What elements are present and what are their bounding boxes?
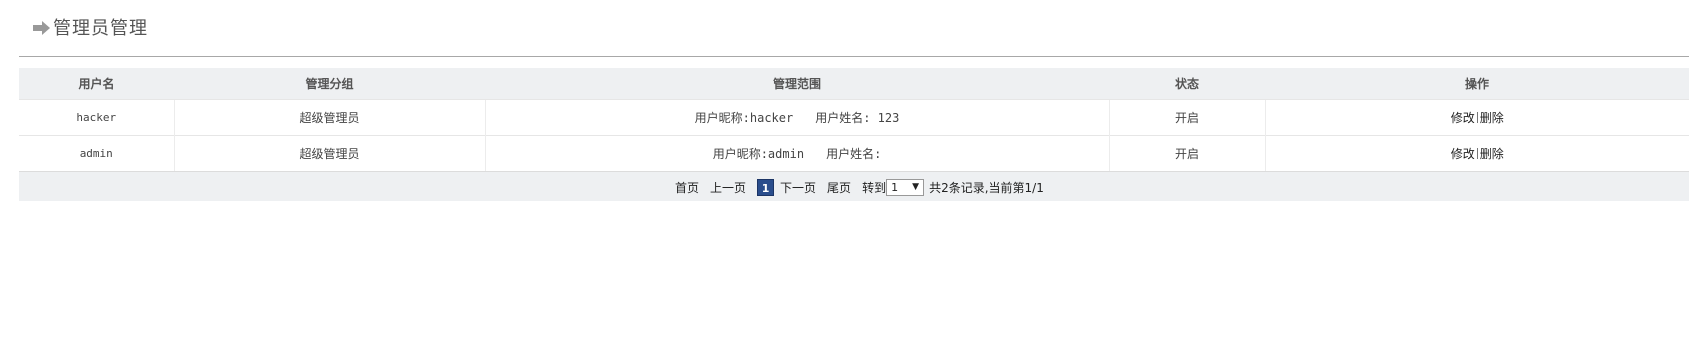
scope-realname: 用户姓名: xyxy=(826,147,882,161)
edit-link[interactable]: 修改 xyxy=(1451,111,1475,125)
goto-page-select[interactable]: 1 ▼ xyxy=(886,178,925,196)
action-separator xyxy=(1476,112,1478,123)
column-header-group: 管理分组 xyxy=(174,68,485,100)
page-header: 管理员管理 xyxy=(33,14,148,40)
column-header-status: 状态 xyxy=(1109,68,1265,100)
prev-page-link[interactable]: 上一页 xyxy=(710,179,746,196)
scope-nickname: 用户昵称:admin xyxy=(712,147,805,161)
scope-cell: 用户昵称:admin 用户姓名: xyxy=(484,135,1109,171)
username-cell: hacker xyxy=(19,99,174,136)
last-page-link[interactable]: 尾页 xyxy=(827,179,851,196)
next-page-link[interactable]: 下一页 xyxy=(780,179,816,196)
username-cell: admin xyxy=(19,135,174,171)
delete-link[interactable]: 删除 xyxy=(1480,147,1504,161)
column-header-actions: 操作 xyxy=(1265,68,1689,100)
page-title: 管理员管理 xyxy=(53,18,148,39)
actions-cell: 修改 删除 xyxy=(1264,99,1689,136)
group-cell: 超级管理员 xyxy=(173,99,485,136)
arrow-right-icon xyxy=(33,20,50,35)
admin-management-page: 管理员管理 用户名 管理分组 管理范围 状态 操作 hacker 超级管理员 用… xyxy=(0,0,1689,342)
scope-realname: 用户姓名: 123 xyxy=(815,111,900,125)
chevron-down-icon: ▼ xyxy=(912,182,920,192)
status-cell: 开启 xyxy=(1108,99,1265,136)
goto-label: 转到 xyxy=(862,180,887,195)
actions-cell: 修改 删除 xyxy=(1264,135,1689,171)
delete-link[interactable]: 删除 xyxy=(1480,111,1504,125)
first-page-link[interactable]: 首页 xyxy=(675,179,699,196)
edit-link[interactable]: 修改 xyxy=(1451,147,1475,161)
table-header-row: 用户名 管理分组 管理范围 状态 操作 xyxy=(19,68,1689,100)
scope-cell: 用户昵称:hacker 用户姓名: 123 xyxy=(484,99,1109,136)
table-row: hacker 超级管理员 用户昵称:hacker 用户姓名: 123 开启 修改删… xyxy=(19,99,1689,136)
table-row: admin 超级管理员 用户昵称:admin 用户姓名: 开启 修改 删除 xyxy=(19,135,1689,171)
pagination: 首页 上一页 1 下一页 尾页 转到 1 ▼ 共2条记录,当前第1/1 xyxy=(675,177,1044,197)
group-cell: 超级管理员 xyxy=(173,135,485,171)
admin-table: 用户名 管理分组 管理范围 状态 操作 hacker 超级管理员 用户昵称:ha… xyxy=(19,68,1689,171)
goto-page-value: 1 xyxy=(891,180,899,194)
current-page-number[interactable]: 1 xyxy=(757,178,775,196)
record-summary: 共2条记录,当前第1/1 xyxy=(929,180,1044,195)
title-divider xyxy=(19,56,1689,57)
scope-nickname: 用户昵称:hacker xyxy=(694,111,794,125)
action-separator xyxy=(1476,148,1478,159)
column-header-username: 用户名 xyxy=(19,68,174,100)
column-header-scope: 管理范围 xyxy=(485,68,1109,100)
status-cell: 开启 xyxy=(1108,135,1265,171)
pagination-bar: 首页 上一页 1 下一页 尾页 转到 1 ▼ 共2条记录,当前第1/1 xyxy=(19,171,1689,201)
